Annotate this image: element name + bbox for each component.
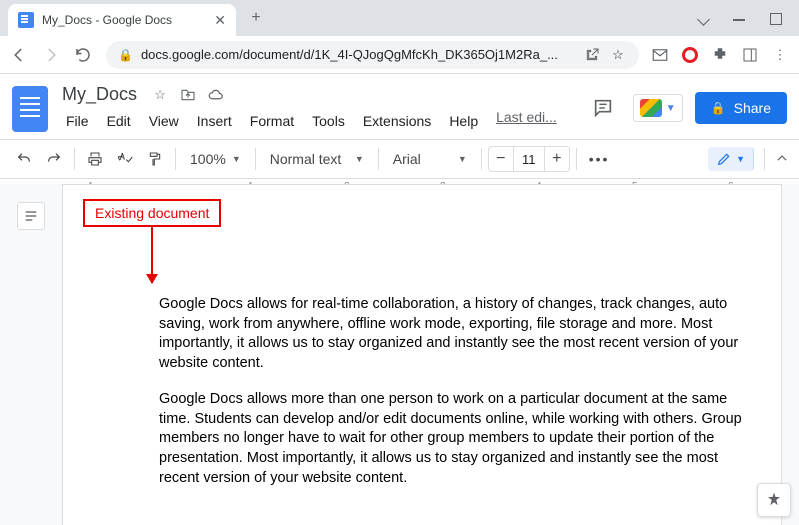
paragraph[interactable]: Google Docs allows more than one person … — [159, 390, 761, 488]
document-canvas-area: Existing document Google Docs allows for… — [0, 184, 799, 525]
menu-format[interactable]: Format — [242, 109, 302, 133]
chevron-down-icon: ▼ — [458, 154, 467, 164]
mail-icon[interactable] — [651, 46, 669, 64]
print-button[interactable] — [81, 145, 109, 173]
annotation-label: Existing document — [83, 199, 221, 227]
font-value: Arial — [393, 151, 452, 167]
paragraph[interactable]: Google Docs allows for real-time collabo… — [159, 295, 761, 373]
hide-menus-button[interactable] — [775, 152, 789, 166]
meet-icon — [640, 99, 662, 117]
address-bar: 🔒 docs.google.com/document/d/1K_4I-QJogQ… — [0, 36, 799, 74]
nav-reload-button[interactable] — [74, 46, 94, 64]
document-page[interactable]: Existing document Google Docs allows for… — [62, 184, 782, 525]
nav-back-button[interactable] — [10, 46, 30, 64]
toolbar-more-button[interactable]: ••• — [583, 151, 616, 167]
document-body[interactable]: Google Docs allows for real-time collabo… — [159, 295, 761, 488]
menu-extensions[interactable]: Extensions — [355, 109, 439, 133]
opera-icon[interactable] — [681, 46, 699, 64]
chevron-down-icon[interactable] — [697, 12, 711, 26]
window-controls — [697, 12, 799, 36]
style-value: Normal text — [270, 151, 349, 167]
url-bar[interactable]: 🔒 docs.google.com/document/d/1K_4I-QJogQ… — [106, 41, 639, 69]
annotation-arrow-icon — [151, 225, 153, 283]
docs-header: My_Docs ☆ File Edit View Insert Format T… — [0, 74, 799, 133]
docs-logo-icon[interactable] — [12, 86, 48, 132]
font-size-decrease-button[interactable]: − — [489, 150, 513, 168]
chevron-down-icon: ▼ — [232, 154, 241, 164]
extensions-icon[interactable] — [711, 46, 729, 64]
spellcheck-button[interactable] — [111, 145, 139, 173]
paint-format-button[interactable] — [141, 145, 169, 173]
share-button[interactable]: 🔒 Share — [695, 92, 787, 124]
last-edit-link[interactable]: Last edi... — [496, 109, 557, 133]
style-dropdown[interactable]: Normal text ▼ — [262, 145, 372, 173]
chevron-down-icon: ▼ — [736, 154, 745, 164]
nav-forward-button[interactable] — [42, 46, 62, 64]
editing-mode-button[interactable]: ▼ — [708, 147, 754, 171]
chevron-down-icon: ▼ — [355, 154, 364, 164]
window-minimize-icon[interactable] — [733, 12, 747, 26]
close-tab-icon[interactable]: ✕ — [214, 12, 226, 29]
menu-tools[interactable]: Tools — [304, 109, 353, 133]
browser-extension-icons: ⋮ — [651, 46, 789, 64]
undo-button[interactable] — [10, 145, 38, 173]
share-url-icon[interactable] — [583, 46, 601, 64]
tab-title: My_Docs - Google Docs — [42, 13, 206, 27]
menu-file[interactable]: File — [58, 109, 97, 133]
font-size-value[interactable]: 11 — [513, 147, 545, 171]
zoom-value: 100% — [190, 151, 226, 167]
menu-view[interactable]: View — [141, 109, 187, 133]
comments-history-icon[interactable] — [585, 90, 621, 126]
font-dropdown[interactable]: Arial ▼ — [385, 145, 475, 173]
menu-edit[interactable]: Edit — [99, 109, 139, 133]
explore-button[interactable] — [757, 483, 791, 517]
document-outline-button[interactable] — [17, 202, 45, 230]
url-text: docs.google.com/document/d/1K_4I-QJogQgM… — [141, 47, 575, 62]
lock-icon: 🔒 — [118, 48, 133, 62]
new-tab-button[interactable]: + — [242, 4, 270, 32]
bookmark-star-icon[interactable]: ☆ — [609, 46, 627, 64]
toolbar: 100% ▼ Normal text ▼ Arial ▼ − 11 + ••• … — [0, 139, 799, 179]
browser-tab[interactable]: My_Docs - Google Docs ✕ — [8, 4, 236, 36]
menu-help[interactable]: Help — [441, 109, 486, 133]
meet-button[interactable]: ▼ — [633, 94, 683, 122]
lock-icon: 🔒 — [711, 101, 726, 115]
browser-tab-strip: My_Docs - Google Docs ✕ + — [0, 0, 799, 36]
move-folder-icon[interactable] — [179, 86, 197, 104]
browser-menu-icon[interactable]: ⋮ — [771, 46, 789, 64]
star-icon[interactable]: ☆ — [151, 86, 169, 104]
chevron-down-icon: ▼ — [666, 103, 676, 114]
redo-button[interactable] — [40, 145, 68, 173]
cloud-status-icon[interactable] — [207, 86, 225, 104]
zoom-dropdown[interactable]: 100% ▼ — [182, 145, 249, 173]
font-size-stepper: − 11 + — [488, 146, 570, 172]
share-label: Share — [734, 100, 771, 116]
side-panel-icon[interactable] — [741, 46, 759, 64]
window-maximize-icon[interactable] — [769, 12, 783, 26]
menu-bar: File Edit View Insert Format Tools Exten… — [58, 109, 575, 133]
docs-favicon — [18, 12, 34, 28]
menu-insert[interactable]: Insert — [189, 109, 240, 133]
document-title[interactable]: My_Docs — [58, 82, 141, 107]
font-size-increase-button[interactable]: + — [545, 150, 569, 168]
